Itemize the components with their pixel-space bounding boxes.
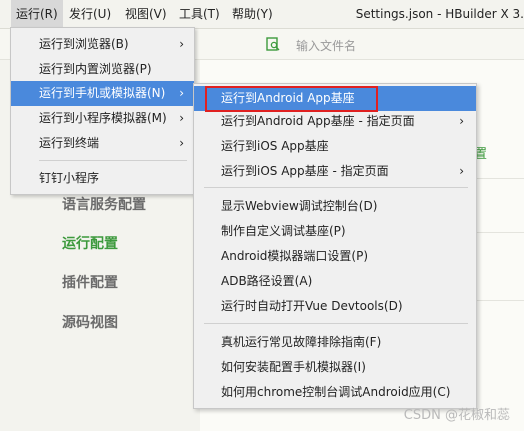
submenu-item-label: 运行到Android App基座	[221, 91, 355, 105]
menu-item-label: 运行到手机或模拟器(N)	[39, 86, 166, 100]
nav-run-config[interactable]: 运行配置	[62, 233, 118, 253]
submenu-item-vue-devtools[interactable]: 运行时自动打开Vue Devtools(D)	[194, 294, 476, 319]
menu-separator	[39, 160, 187, 161]
watermark: CSDN @花椒和蕊	[403, 408, 510, 423]
menu-item-run-phone[interactable]: 运行到手机或模拟器(N) ›	[11, 81, 194, 106]
submenu-item-custom-base[interactable]: 制作自定义调试基座(P)	[194, 219, 476, 244]
menu-separator	[204, 323, 468, 324]
submenu-item-emulator-port[interactable]: Android模拟器端口设置(P)	[194, 244, 476, 269]
chevron-right-icon: ›	[179, 86, 184, 100]
menu-item-run-browser[interactable]: 运行到浏览器(B) ›	[11, 32, 194, 57]
submenu-item-adb-path[interactable]: ADB路径设置(A)	[194, 269, 476, 294]
menu-item-label: 运行到内置浏览器(P)	[39, 62, 152, 76]
menu-item-label: 运行到小程序模拟器(M)	[39, 111, 167, 125]
submenu-item-label: 制作自定义调试基座(P)	[221, 224, 346, 238]
nav-plugin-config[interactable]: 插件配置	[62, 272, 118, 292]
submenu-item-ios-base[interactable]: 运行到iOS App基座	[194, 134, 476, 159]
menu-item-label: 钉钉小程序	[39, 171, 100, 185]
divider	[476, 178, 524, 179]
menu-run[interactable]: 运行(R)	[11, 0, 63, 28]
menu-item-dingtalk[interactable]: 钉钉小程序	[11, 166, 194, 191]
divider	[476, 232, 524, 233]
nav-source-view[interactable]: 源码视图	[62, 312, 118, 332]
nav-language-service[interactable]: 语言服务配置	[62, 194, 146, 214]
document-search-icon[interactable]	[266, 37, 280, 51]
submenu-item-label: 运行到Android App基座 - 指定页面	[221, 114, 415, 128]
run-menu: 运行到浏览器(B) › 运行到内置浏览器(P) 运行到手机或模拟器(N) › 运…	[10, 27, 195, 195]
menu-item-run-builtin-browser[interactable]: 运行到内置浏览器(P)	[11, 57, 194, 82]
phone-emulator-submenu: 运行到Android App基座 运行到Android App基座 - 指定页面…	[193, 83, 477, 409]
submenu-item-troubleshoot-guide[interactable]: 真机运行常见故障排除指南(F)	[194, 330, 476, 355]
submenu-item-chrome-debug[interactable]: 如何用chrome控制台调试Android应用(C)	[194, 380, 476, 405]
submenu-item-android-base-page[interactable]: 运行到Android App基座 - 指定页面 ›	[194, 109, 476, 134]
chevron-right-icon: ›	[179, 136, 184, 150]
chevron-right-icon: ›	[459, 114, 464, 128]
chevron-right-icon: ›	[179, 111, 184, 125]
submenu-item-webview-console[interactable]: 显示Webview调试控制台(D)	[194, 194, 476, 219]
submenu-item-label: ADB路径设置(A)	[221, 274, 313, 288]
submenu-item-label: 真机运行常见故障排除指南(F)	[221, 335, 382, 349]
submenu-item-label: 运行到iOS App基座	[221, 139, 329, 153]
chevron-right-icon: ›	[179, 37, 184, 51]
menu-item-run-terminal[interactable]: 运行到终端 ›	[11, 131, 194, 156]
window-title: Settings.json - HBuilder X 3.	[355, 7, 524, 21]
menu-separator	[204, 187, 468, 188]
submenu-item-android-base[interactable]: 运行到Android App基座	[194, 86, 476, 111]
menu-item-label: 运行到浏览器(B)	[39, 37, 129, 51]
menu-help[interactable]: 帮助(Y)	[227, 0, 278, 28]
submenu-item-label: 运行时自动打开Vue Devtools(D)	[221, 299, 403, 313]
file-search-input[interactable]: 输入文件名	[296, 37, 356, 54]
submenu-item-ios-base-page[interactable]: 运行到iOS App基座 - 指定页面 ›	[194, 159, 476, 184]
submenu-item-label: 如何安装配置手机模拟器(I)	[221, 360, 366, 374]
chevron-right-icon: ›	[459, 164, 464, 178]
submenu-item-label: 运行到iOS App基座 - 指定页面	[221, 164, 389, 178]
submenu-item-label: Android模拟器端口设置(P)	[221, 249, 368, 263]
menu-view[interactable]: 视图(V)	[120, 0, 172, 28]
menu-item-label: 运行到终端	[39, 136, 100, 150]
divider	[476, 300, 524, 301]
submenu-item-label: 显示Webview调试控制台(D)	[221, 199, 378, 213]
menubar: 运行(R) 发行(U) 视图(V) 工具(T) 帮助(Y) Settings.j…	[0, 0, 524, 29]
submenu-item-label: 如何用chrome控制台调试Android应用(C)	[221, 385, 451, 399]
submenu-item-install-emulator[interactable]: 如何安装配置手机模拟器(I)	[194, 355, 476, 380]
menu-tools[interactable]: 工具(T)	[174, 0, 225, 28]
menu-item-run-miniprogram[interactable]: 运行到小程序模拟器(M) ›	[11, 106, 194, 131]
menu-publish[interactable]: 发行(U)	[64, 0, 116, 28]
